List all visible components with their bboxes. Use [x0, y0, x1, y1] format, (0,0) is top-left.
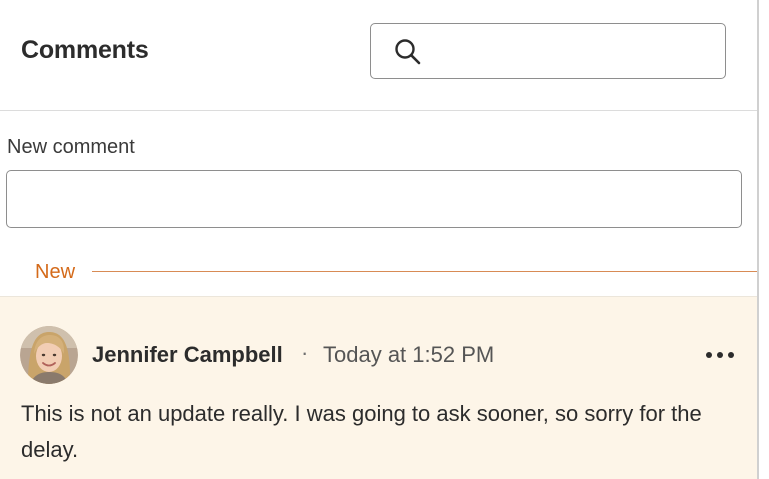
comment-item: Jennifer Campbell · Today at 1:52 PM Thi… [0, 296, 757, 479]
more-options-icon [706, 352, 734, 358]
search-icon[interactable] [393, 37, 423, 67]
new-divider-line [92, 271, 757, 272]
comments-header: Comments [0, 0, 757, 111]
more-options-button[interactable] [700, 341, 740, 369]
meta-separator: · [301, 340, 309, 365]
search-box[interactable] [370, 23, 726, 79]
user-avatar[interactable] [20, 326, 78, 384]
scroll-gutter [759, 0, 769, 479]
new-comment-label: New comment [7, 136, 135, 158]
comment-author[interactable]: Jennifer Campbell [92, 342, 283, 368]
comment-timestamp: Today at 1:52 PM [323, 342, 495, 367]
new-divider-label: New [35, 261, 76, 283]
comments-panel: Comments New comment New Jennifer Campbe… [0, 0, 757, 479]
search-input[interactable] [433, 34, 717, 70]
avatar-image [20, 326, 78, 384]
comment-body: This is not an update really. I was goin… [21, 401, 702, 462]
new-comment-field[interactable] [6, 170, 742, 228]
page-title: Comments [21, 36, 149, 64]
